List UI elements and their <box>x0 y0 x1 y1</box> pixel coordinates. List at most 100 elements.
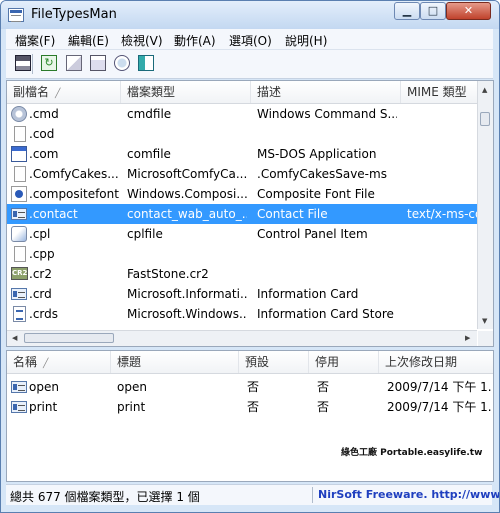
table-row[interactable]: .cpl cplfile Control Panel Item <box>7 224 477 244</box>
file-types-list[interactable]: 副檔名 ╱ 檔案類型 描述 MIME 類型 .cmd cmdfile Window… <box>6 80 494 347</box>
table-row[interactable]: .cmd cmdfile Windows Command S... <box>7 104 477 124</box>
column-label: 名稱 <box>13 355 38 369</box>
mime-cell <box>407 244 477 264</box>
card-file-icon <box>11 288 27 300</box>
title-bar[interactable]: FileTypesMan ▁ □ ✕ <box>1 1 499 29</box>
action-row[interactable]: print print 否 否 2009/7/14 下午 1... <box>7 397 493 417</box>
extension-cell: .cpp <box>29 247 55 261</box>
sort-arrow-icon: ╱ <box>43 359 49 369</box>
action-modified-cell: 2009/7/14 下午 1... <box>387 380 491 394</box>
file-type-cell <box>127 244 247 264</box>
properties-icon[interactable] <box>90 55 106 71</box>
actions-header: 名稱 ╱ 標題 預設 停用 上次修改日期 <box>7 351 493 374</box>
file-type-cell: Microsoft.Informati... <box>127 287 247 301</box>
sort-arrow-icon: ╱ <box>55 89 61 99</box>
vertical-scrollbar[interactable]: ▲ ▼ <box>477 81 493 329</box>
minimize-button[interactable]: ▁ <box>394 2 420 20</box>
watermark: 綠色工廠 Portable.easylife.tw <box>341 448 483 458</box>
menu-edit[interactable]: 編輯(E) <box>68 32 109 49</box>
mime-cell <box>407 104 477 124</box>
refresh-icon[interactable]: ↻ <box>41 55 57 71</box>
column-label: 副檔名 <box>13 85 50 99</box>
extension-cell: .ComfyCakes... <box>29 167 119 181</box>
table-row[interactable]: .com comfile MS-DOS Application <box>7 144 477 164</box>
horizontal-scrollbar[interactable]: ◀ ▶ <box>7 330 477 346</box>
table-row[interactable]: CR2 .cr2 FastStone.cr2 <box>7 264 477 284</box>
file-type-cell: FastStone.cr2 <box>127 267 209 281</box>
action-name-cell: open <box>29 380 59 394</box>
scroll-left-icon[interactable]: ◀ <box>12 334 17 342</box>
mime-cell <box>407 224 477 244</box>
mime-cell <box>407 264 477 284</box>
horizontal-scroll-thumb[interactable] <box>24 333 114 343</box>
file-type-cell: cmdfile <box>127 107 172 121</box>
list-header: 副檔名 ╱ 檔案類型 描述 MIME 類型 <box>7 81 477 104</box>
app-icon <box>8 8 24 22</box>
file-type-cell <box>127 124 247 144</box>
description-cell: Contact File <box>257 207 328 221</box>
menu-options[interactable]: 選項(O) <box>229 32 272 49</box>
action-disabled-cell: 否 <box>317 400 330 414</box>
close-button[interactable]: ✕ <box>446 2 491 20</box>
menu-bar: 檔案(F) 編輯(E) 檢視(V) 動作(A) 選項(O) 說明(H) <box>6 29 493 50</box>
table-row[interactable]: .crds Microsoft.Windows.... Information … <box>7 304 477 324</box>
save-icon[interactable] <box>15 55 31 71</box>
table-row[interactable]: .compositefont Windows.Composi... Compos… <box>7 184 477 204</box>
description-cell: .ComfyCakesSave-ms <box>257 167 387 181</box>
action-name-cell: print <box>29 400 58 414</box>
column-header-default[interactable]: 預設 <box>239 351 309 373</box>
status-divider <box>312 487 313 503</box>
maximize-button[interactable]: □ <box>420 2 446 20</box>
extension-cell: .cr2 <box>29 267 52 281</box>
exit-icon[interactable] <box>138 55 154 71</box>
scroll-corner <box>478 331 493 346</box>
copy-icon[interactable] <box>66 55 82 71</box>
description-cell: Control Panel Item <box>257 227 368 241</box>
column-header-name[interactable]: 名稱 ╱ <box>7 351 111 373</box>
column-header-title[interactable]: 標題 <box>111 351 239 373</box>
file-type-cell: Microsoft.Windows.... <box>127 307 247 321</box>
column-header-mime-type[interactable]: MIME 類型 <box>401 81 477 103</box>
extension-cell: .crds <box>29 307 59 321</box>
find-icon[interactable] <box>114 55 130 71</box>
cr2-image-icon: CR2 <box>11 267 28 280</box>
action-default-cell: 否 <box>247 380 260 394</box>
action-default-cell: 否 <box>247 400 260 414</box>
menu-file[interactable]: 檔案(F) <box>15 32 55 49</box>
vertical-scroll-thumb[interactable] <box>480 112 490 126</box>
menu-view[interactable]: 檢視(V) <box>121 32 163 49</box>
extension-cell: .crd <box>29 287 52 301</box>
menu-action[interactable]: 動作(A) <box>174 32 216 49</box>
nirsoft-link[interactable]: NirSoft Freeware. http://www.ni <box>318 488 499 501</box>
window-file-icon <box>11 146 27 162</box>
table-row-selected[interactable]: .contact contact_wab_auto_... Contact Fi… <box>7 204 477 224</box>
scroll-right-icon[interactable]: ▶ <box>465 334 470 342</box>
menu-help[interactable]: 說明(H) <box>285 32 327 49</box>
mime-cell <box>407 164 477 184</box>
table-row[interactable]: .ComfyCakes... MicrosoftComfyCa... .Comf… <box>7 164 477 184</box>
column-label: 描述 <box>257 85 282 99</box>
column-header-file-type[interactable]: 檔案類型 <box>121 81 251 103</box>
column-header-extension[interactable]: 副檔名 ╱ <box>7 81 121 103</box>
description-cell: Composite Font File <box>257 187 375 201</box>
actions-list[interactable]: 名稱 ╱ 標題 預設 停用 上次修改日期 open open 否 否 2009/7… <box>6 350 494 482</box>
column-header-description[interactable]: 描述 <box>251 81 401 103</box>
mime-cell <box>407 304 477 324</box>
action-row[interactable]: open open 否 否 2009/7/14 下午 1... <box>7 377 493 397</box>
table-row[interactable]: .crd Microsoft.Informati... Information … <box>7 284 477 304</box>
column-header-disabled[interactable]: 停用 <box>309 351 379 373</box>
file-type-cell: contact_wab_auto_... <box>127 207 247 221</box>
app-window: FileTypesMan ▁ □ ✕ 檔案(F) 編輯(E) 檢視(V) 動作(… <box>0 0 500 513</box>
column-header-modified[interactable]: 上次修改日期 <box>379 351 493 373</box>
table-row[interactable]: .cpp <box>7 244 477 264</box>
mime-cell <box>407 284 477 304</box>
scroll-down-icon[interactable]: ▼ <box>482 317 487 325</box>
description-cell: Windows Command S... <box>257 107 397 121</box>
column-label: MIME 類型 <box>407 85 467 99</box>
table-row[interactable]: .cod <box>7 124 477 144</box>
description-cell: Information Card Store <box>257 307 394 321</box>
extension-cell: .contact <box>29 207 78 221</box>
scroll-up-icon[interactable]: ▲ <box>482 86 487 94</box>
blank-file-icon <box>14 246 26 262</box>
action-icon <box>11 401 27 413</box>
